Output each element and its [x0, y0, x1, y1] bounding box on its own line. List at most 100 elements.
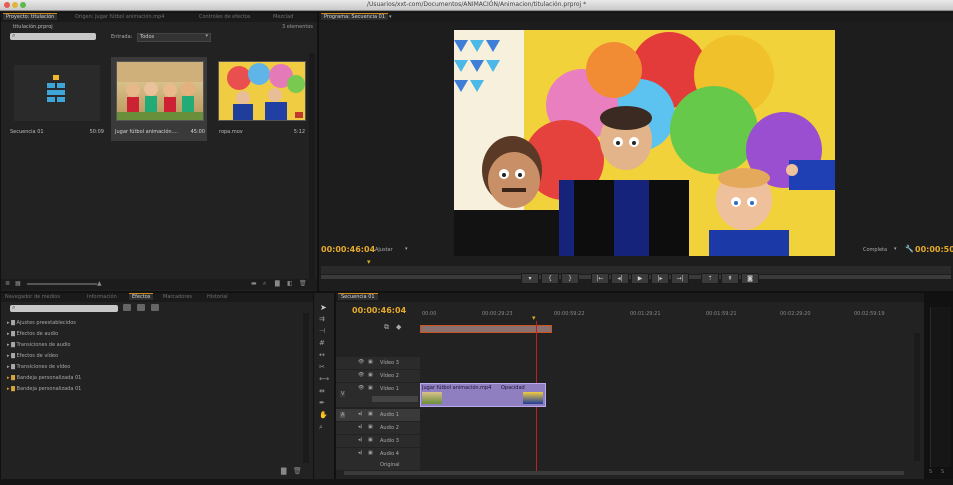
mark-in-button[interactable]: { [541, 273, 559, 284]
timeline-zoom-bar[interactable] [344, 471, 904, 475]
step-forward-button[interactable]: |▸ [651, 273, 669, 284]
timeline-timecode[interactable]: 00:00:46:04 [352, 306, 406, 315]
mark-out-button[interactable]: } [561, 273, 579, 284]
lock-icon[interactable]: ▣ [368, 372, 373, 378]
program-timecode[interactable]: 00:00:46:04 [321, 245, 375, 254]
timeline-ruler[interactable]: 00:00 00:00:29:23 00:00:59:22 00:01:29:2… [420, 311, 914, 333]
tab-info[interactable]: Información [87, 294, 117, 300]
accelerated-effects-icon[interactable] [123, 304, 131, 311]
tab-source[interactable]: Origen: Jugar fútbol animación.mp4 [75, 14, 164, 20]
lock-icon[interactable]: ▣ [368, 385, 373, 391]
32bit-effects-icon[interactable] [137, 304, 145, 311]
automate-sequence-icon[interactable]: ▬ [251, 280, 257, 287]
playhead-marker[interactable]: ▾ [367, 258, 371, 266]
speaker-icon[interactable]: ◂) [358, 437, 362, 443]
tab-program[interactable]: Programa: Secuencia 01 [321, 13, 389, 20]
add-marker-button[interactable]: ▾ [521, 273, 539, 284]
lock-icon[interactable]: ▣ [368, 424, 373, 430]
go-to-in-button[interactable]: |← [591, 273, 609, 284]
work-area-bar[interactable] [420, 325, 552, 333]
effects-folder-presets[interactable]: ▸ ▇ Ajustes preestablecidos [7, 320, 76, 326]
zoom-handle-icon[interactable]: ▲ [97, 280, 102, 287]
effects-folder-audio-transitions[interactable]: ▸ ▇ Transiciones de audio [7, 342, 70, 348]
export-frame-button[interactable]: ◙ [741, 273, 759, 284]
source-patch-a1[interactable]: A [340, 412, 346, 418]
hand-tool-icon[interactable]: ✋ [319, 411, 328, 419]
lock-icon[interactable]: ▣ [368, 411, 373, 417]
yuv-effects-icon[interactable] [151, 304, 159, 311]
tab-history[interactable]: Historial [207, 294, 228, 300]
pen-tool-icon[interactable]: ✒ [319, 399, 325, 407]
ripple-edit-tool-icon[interactable]: ⊣ [319, 327, 325, 335]
effects-folder-video-effects[interactable]: ▸ ▇ Efectos de vídeo [7, 353, 58, 359]
track-header-audio-3[interactable]: ◂) ▣ Audio 3 [336, 435, 420, 447]
lock-icon[interactable]: ▣ [368, 359, 373, 365]
timeline-video-clip[interactable]: Jugar fútbol animación.mp4 Opacidad [420, 383, 546, 407]
timeline-scrollbar[interactable] [914, 333, 920, 461]
snap-icon[interactable]: ⧉ [384, 323, 389, 332]
project-item-sequence[interactable]: Secuencia 01 50:09 [8, 57, 104, 141]
icon-view-icon[interactable]: ▦ [15, 280, 21, 287]
tab-effects[interactable]: Efectos [129, 293, 154, 300]
tab-project[interactable]: Proyecto: titulación [3, 13, 58, 20]
solo-button[interactable]: S [941, 469, 944, 475]
project-scrollbar[interactable] [309, 53, 315, 279]
effects-folder-audio-effects[interactable]: ▸ ▇ Efectos de audio [7, 331, 58, 337]
chevron-down-icon[interactable]: ▾ [894, 246, 897, 252]
track-header-audio-4[interactable]: ◂) ▣ Audio 4 [336, 448, 420, 460]
extract-button[interactable]: ⇞ [721, 273, 739, 284]
effects-scrollbar[interactable] [303, 313, 309, 463]
effects-folder-custom-bin-1[interactable]: ▸ ▇ Bandeja personalizada 01 [7, 375, 81, 381]
chevron-down-icon[interactable]: ▾ [405, 246, 408, 252]
fit-dropdown[interactable]: Ajustar [375, 247, 393, 253]
find-icon[interactable]: ⌕ [263, 280, 266, 288]
zoom-slider[interactable] [27, 283, 97, 285]
track-select-tool-icon[interactable]: ⇉ [319, 315, 325, 323]
filter-dropdown[interactable]: Todos ▾ [137, 33, 211, 42]
project-search-input[interactable]: ⌕ [10, 32, 96, 40]
rate-stretch-tool-icon[interactable]: ↔ [319, 351, 325, 359]
lock-icon[interactable]: ▣ [368, 450, 373, 456]
speaker-icon[interactable]: ◂) [358, 450, 362, 456]
track-header-master[interactable]: Original [336, 460, 420, 470]
selection-tool-icon[interactable]: ➤ [320, 303, 327, 312]
track-header-video-3[interactable]: 👁 ▣ Vídeo 3 [336, 357, 420, 369]
zoom-tool-icon[interactable]: ⌕ [319, 423, 323, 432]
solo-button[interactable]: S [929, 469, 932, 475]
slide-tool-icon[interactable]: ⇹ [319, 387, 325, 395]
tab-mixer[interactable]: Mezclad [273, 14, 293, 20]
speaker-icon[interactable]: ◂) [358, 424, 362, 430]
track-header-audio-2[interactable]: ◂) ▣ Audio 2 [336, 422, 420, 434]
razor-tool-icon[interactable]: ✂ [319, 363, 325, 371]
keyframe-navigator[interactable] [372, 396, 418, 402]
trash-icon[interactable]: 🗑 [299, 280, 307, 287]
lift-button[interactable]: ⇡ [701, 273, 719, 284]
tab-media-browser[interactable]: Navegador de medios [5, 294, 60, 300]
track-header-audio-1[interactable]: A ◂) ▣ Audio 1 [336, 409, 420, 421]
eye-icon[interactable]: 👁 [358, 359, 364, 365]
new-item-icon[interactable]: ◧ [287, 280, 293, 287]
play-button[interactable]: ▶ [631, 273, 649, 284]
project-item-ropa-clip[interactable]: ropa.mov 5:12 [213, 57, 309, 141]
resolution-dropdown[interactable]: Completa [863, 247, 887, 253]
lock-icon[interactable]: ▣ [368, 437, 373, 443]
marker-icon[interactable]: ◆ [396, 323, 401, 331]
go-to-out-button[interactable]: →| [671, 273, 689, 284]
effects-folder-custom-bin-2[interactable]: ▸ ▇ Bandeja personalizada 01 [7, 386, 81, 392]
step-back-button[interactable]: ◂| [611, 273, 629, 284]
source-patch-v1[interactable]: V [340, 391, 346, 397]
new-custom-bin-icon[interactable]: ▇ [281, 467, 286, 475]
list-view-icon[interactable]: ≣ [5, 280, 10, 287]
trash-icon[interactable]: 🗑 [293, 467, 302, 475]
wrench-icon[interactable]: 🔧 [905, 245, 914, 253]
effects-folder-video-transitions[interactable]: ▸ ▇ Transiciones de vídeo [7, 364, 70, 370]
new-bin-icon[interactable]: ▇ [275, 280, 280, 287]
tab-effect-controls[interactable]: Controles de efectos [199, 14, 250, 20]
eye-icon[interactable]: 👁 [358, 385, 364, 391]
track-header-video-1[interactable]: V 👁 ▣ Vídeo 1 [336, 383, 420, 407]
tab-sequence[interactable]: Secuencia 01 [338, 293, 378, 300]
tab-markers[interactable]: Marcadores [163, 294, 192, 300]
eye-icon[interactable]: 👁 [358, 372, 364, 378]
project-item-football-clip[interactable]: Jugar fútbol animación.... 45:00 [111, 57, 207, 141]
timeline-playhead-handle[interactable]: ▾ [532, 314, 536, 322]
